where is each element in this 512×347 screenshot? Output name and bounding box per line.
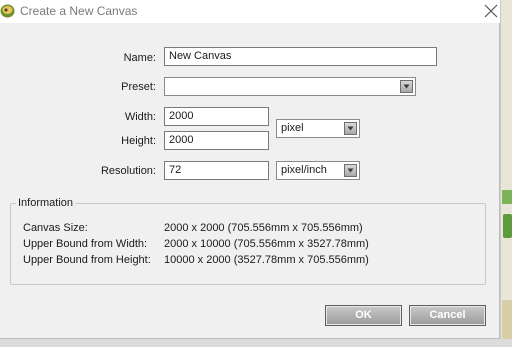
upper-bound-width-value: 2000 x 10000 (705.556mm x 3527.78mm) — [164, 238, 369, 250]
app-logo-icon — [0, 3, 15, 18]
canvas-size-value: 2000 x 2000 (705.556mm x 705.556mm) — [164, 222, 363, 234]
resolution-unit-select[interactable]: pixel/inch — [276, 161, 360, 180]
title-bar[interactable]: Create a New Canvas — [0, 0, 500, 23]
new-canvas-dialog: Create a New Canvas Name: New Canvas Pre… — [0, 0, 500, 339]
name-label: Name: — [123, 52, 156, 64]
upper-bound-width-label: Upper Bound from Width: — [23, 238, 148, 250]
width-label: Width: — [124, 111, 156, 123]
canvas-size-label: Canvas Size: — [23, 222, 88, 234]
close-icon[interactable] — [482, 2, 500, 20]
width-input[interactable]: 2000 — [164, 107, 269, 126]
dialog-title: Create a New Canvas — [20, 4, 138, 18]
upper-bound-height-value: 10000 x 2000 (3527.78mm x 705.556mm) — [164, 254, 369, 266]
resolution-unit-value: pixel/inch — [281, 164, 327, 176]
chevron-down-icon[interactable] — [400, 80, 413, 93]
upper-bound-height-label: Upper Bound from Height: — [23, 254, 151, 266]
ok-button[interactable]: OK — [325, 305, 402, 326]
information-title: Information — [16, 197, 76, 209]
cancel-button[interactable]: Cancel — [409, 305, 486, 326]
height-label: Height: — [121, 135, 156, 147]
size-unit-select[interactable]: pixel — [276, 119, 360, 138]
chevron-down-icon[interactable] — [344, 164, 357, 177]
background-artwork — [503, 214, 512, 238]
preset-select[interactable] — [164, 77, 416, 96]
height-input[interactable]: 2000 — [164, 131, 269, 150]
size-unit-value: pixel — [281, 122, 304, 134]
resolution-input[interactable]: 72 — [164, 161, 269, 180]
name-input[interactable]: New Canvas — [164, 47, 437, 66]
background-app-edge — [500, 0, 512, 347]
background-artwork — [502, 190, 512, 204]
background-app-edge — [0, 339, 512, 347]
preset-label: Preset: — [121, 81, 156, 93]
chevron-down-icon[interactable] — [344, 122, 357, 135]
resolution-label: Resolution: — [100, 165, 156, 177]
